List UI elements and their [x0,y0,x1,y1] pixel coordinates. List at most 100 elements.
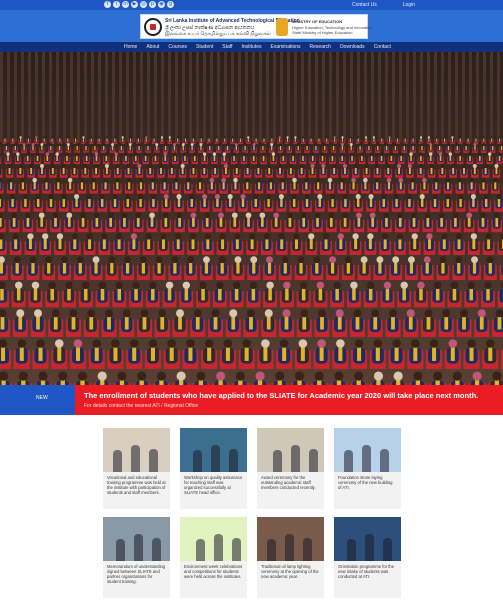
wall-slat [280,52,283,142]
news-caption[interactable]: Foundation stone laying ceremony of the … [334,472,401,509]
wall-slat [301,52,304,142]
wall-slat [42,52,45,142]
wall-slat [350,52,353,142]
announcement-banner[interactable]: NEW The enrollment of students who have … [0,385,503,415]
thumbnail-figure [347,539,356,561]
wall-slat [91,52,94,142]
wall-slat [266,52,269,142]
news-thumbnail[interactable] [334,428,401,472]
news-card[interactable]: Foundation stone laying ceremony of the … [334,428,401,509]
news-thumbnail[interactable] [180,517,247,561]
wall-slat [357,52,360,142]
thumbnail-figure [267,539,276,561]
wall-slat [0,52,3,142]
wall-slat [126,52,129,142]
nav-item[interactable]: Examinations [271,44,301,50]
news-card[interactable]: Traditional oil lamp lighting ceremony a… [257,517,324,598]
rss-icon[interactable]: ◉ [158,1,165,8]
thumbnail-figure [196,539,205,561]
thumbnail-figure [273,450,282,472]
thumbnail-figure [193,450,202,472]
thumbnail-figure [131,445,140,472]
wall-slat [133,52,136,142]
linkedin-icon[interactable]: in [122,1,129,8]
thumbnail-figure [152,538,161,561]
wall-slat [378,52,381,142]
nav-item[interactable]: Home [124,44,137,50]
google-plus-icon[interactable]: g [167,1,174,8]
wall-slat [84,52,87,142]
wall-slat [56,52,59,142]
pinterest-icon[interactable]: p [149,1,156,8]
thumbnail-figure [211,445,220,472]
wall-slat [406,52,409,142]
thumbnail-figure [134,534,143,561]
contact-us-link[interactable]: Contact Us [352,2,377,8]
news-thumbnail[interactable] [180,428,247,472]
news-thumbnail[interactable] [103,517,170,561]
news-caption[interactable]: Orientation programme for the new intake… [334,561,401,598]
news-thumbnail[interactable] [257,428,324,472]
news-card[interactable]: Award ceremony for the outstanding acade… [257,428,324,509]
auditorium-photo [0,52,503,385]
thumbnail-figure [380,449,389,472]
wall-slat [259,52,262,142]
thumbnail-figure [303,538,312,561]
nav-item[interactable]: About [146,44,159,50]
facebook-icon[interactable]: f [104,1,111,8]
wall-slat [245,52,248,142]
wall-slat [161,52,164,142]
wall-slat [364,52,367,142]
nav-item[interactable]: Downloads [340,44,365,50]
thumbnail-figure [116,539,125,561]
wall-slat [497,52,500,142]
news-card[interactable]: Vocational and educational training prog… [103,428,170,509]
instagram-icon[interactable]: ◎ [140,1,147,8]
wall-slat [399,52,402,142]
news-card[interactable]: Environment week celebrations and compet… [180,517,247,598]
thumbnail-figure [309,449,318,472]
wall-slat [273,52,276,142]
wall-slat [469,52,472,142]
thumbnail-figure [291,445,300,472]
nav-item[interactable]: Research [310,44,331,50]
news-card[interactable]: Memorandum of understanding signed betwe… [103,517,170,598]
thumbnail-figure [362,445,371,472]
news-caption[interactable]: Memorandum of understanding signed betwe… [103,561,170,598]
nav-item[interactable]: Student [196,44,213,50]
wall-slat [21,52,24,142]
nav-item[interactable]: Contact [374,44,391,50]
news-card[interactable]: Orientation programme for the new intake… [334,517,401,598]
wall-slat [112,52,115,142]
date-box: NEW [0,385,75,415]
news-thumbnail[interactable] [257,517,324,561]
wall-slat [217,52,220,142]
news-thumbnail[interactable] [103,428,170,472]
login-link[interactable]: Login [403,2,415,8]
youtube-icon[interactable]: ▶ [131,1,138,8]
wall-slat [462,52,465,142]
nav-item[interactable]: Courses [168,44,187,50]
wall-slat [420,52,423,142]
wall-slat [28,52,31,142]
wall-slat [322,52,325,142]
news-caption[interactable]: Environment week celebrations and compet… [180,561,247,598]
wall-slat [63,52,66,142]
news-thumbnail[interactable] [334,517,401,561]
news-caption[interactable]: Traditional oil lamp lighting ceremony a… [257,561,324,598]
wall-slat [147,52,150,142]
top-links: Contact Us Login [352,2,415,8]
nav-item[interactable]: Institutes [242,44,262,50]
wall-slat [385,52,388,142]
news-caption[interactable]: Award ceremony for the outstanding acade… [257,472,324,509]
news-card[interactable]: Workshop on quality assurance for teachi… [180,428,247,509]
sliate-logo-icon [144,18,162,36]
news-caption[interactable]: Workshop on quality assurance for teachi… [180,472,247,509]
announcement-headline[interactable]: The enrollment of students who have appl… [84,391,478,400]
brand-panel[interactable]: Sri Lanka Institute of Advanced Technolo… [140,14,372,39]
news-caption[interactable]: Vocational and educational training prog… [103,472,170,509]
wall-slat [105,52,108,142]
wall-slat [119,52,122,142]
twitter-icon[interactable]: t [113,1,120,8]
nav-item[interactable]: Staff [222,44,232,50]
